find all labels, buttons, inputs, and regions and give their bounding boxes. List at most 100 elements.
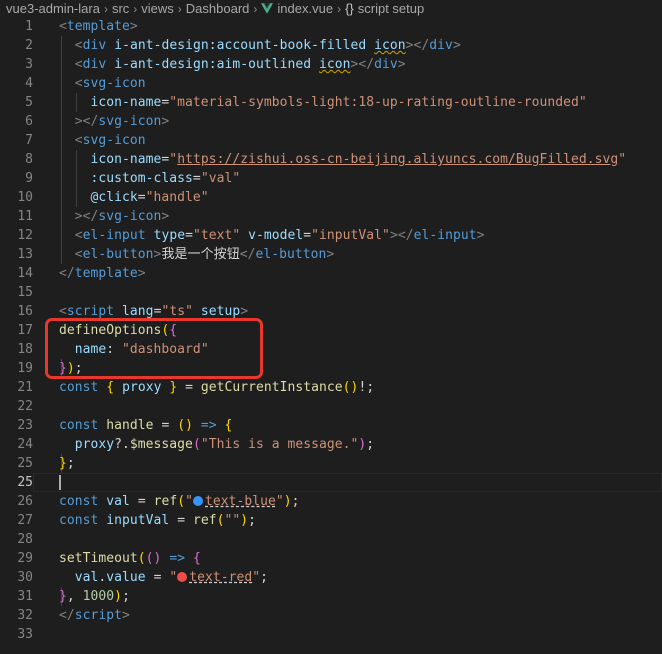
line-number: 28 <box>17 532 33 547</box>
line-number: 16 <box>17 304 33 319</box>
line-number: 19 <box>17 361 33 376</box>
line-content: </script> <box>59 608 130 623</box>
code-line: 29 setTimeout(() => { <box>0 549 662 568</box>
line-number: 14 <box>17 266 33 281</box>
vue-file-icon <box>261 3 274 14</box>
color-swatch-icon[interactable] <box>193 496 203 506</box>
line-number: 31 <box>17 589 33 604</box>
code-line: 1 <template> <box>0 17 662 36</box>
code-line: 15 <box>0 283 662 302</box>
line-content: <template> <box>59 19 138 34</box>
code-line: 3 <div i-ant-design:aim-outlined icon></… <box>0 55 662 74</box>
line-number: 27 <box>17 513 33 528</box>
code-line: 28 <box>0 530 662 549</box>
line-number: 6 <box>25 114 33 129</box>
line-number: 23 <box>17 418 33 433</box>
line-content: }; <box>59 456 75 471</box>
breadcrumb-project[interactable]: vue3-admin-lara <box>6 1 100 16</box>
line-number: 26 <box>17 494 33 509</box>
line-content: const inputVal = ref(""); <box>59 513 257 528</box>
breadcrumb-views[interactable]: views <box>141 1 174 16</box>
current-line-highlight <box>33 473 662 492</box>
line-content: val.value = " text-red"; <box>74 570 269 585</box>
line-number: 30 <box>17 570 33 585</box>
code-line: 32 </script> <box>0 606 662 625</box>
line-number: 1 <box>25 19 33 34</box>
code-line: 23 const handle = () => { <box>0 416 662 435</box>
line-content: const handle = () => { <box>59 418 233 433</box>
code-line: 30 val.value = " text-red"; <box>0 568 662 587</box>
braces-icon: {} <box>345 1 354 16</box>
code-line: 10 @click="handle" <box>0 188 662 207</box>
code-line: 22 <box>0 397 662 416</box>
line-number: 11 <box>17 209 33 224</box>
code-line: 4 <svg-icon <box>0 74 662 93</box>
chevron-right-icon: › <box>337 1 342 16</box>
color-swatch-icon[interactable] <box>177 572 188 582</box>
line-number: 13 <box>17 247 33 262</box>
code-line: 7 <svg-icon <box>0 131 662 150</box>
code-line: 9 :custom-class="val" <box>0 169 662 188</box>
line-content: <el-input type="text" v-model="inputVal"… <box>74 228 485 243</box>
code-line: 14 </template> <box>0 264 662 283</box>
code-editor[interactable]: 1 <template> 2 <div i-ant-design:account… <box>0 17 662 654</box>
line-content: icon-name="material-symbols-light:18-up-… <box>90 95 587 110</box>
line-content: <svg-icon <box>74 133 146 148</box>
breadcrumb-symbol[interactable]: script setup <box>358 1 424 16</box>
line-number: 15 <box>17 285 33 300</box>
line-number: 29 <box>17 551 33 566</box>
line-content: :custom-class="val" <box>90 171 241 186</box>
line-content: <el-button>我是一个按钮</el-button> <box>74 247 335 262</box>
chevron-right-icon: › <box>177 1 182 16</box>
annotation-highlight-box <box>45 318 263 379</box>
line-content: <div i-ant-design:aim-outlined icon></di… <box>74 57 406 72</box>
line-content: const val = ref(" text-blue"); <box>59 494 300 509</box>
line-number: 25 <box>17 475 33 490</box>
code-line: 24 proxy?.$message("This is a message.")… <box>0 435 662 454</box>
line-content: const { proxy } = getCurrentInstance()!; <box>59 380 375 395</box>
line-number: 2 <box>25 38 33 53</box>
code-line: 21 const { proxy } = getCurrentInstance(… <box>0 378 662 397</box>
chevron-right-icon: › <box>133 1 138 16</box>
url-link[interactable]: https://zishui.oss-cn-beijing.aliyuncs.c… <box>177 152 618 167</box>
line-content: }, 1000); <box>59 589 130 604</box>
text-cursor <box>59 475 61 490</box>
line-number: 22 <box>17 399 33 414</box>
breadcrumb-dashboard[interactable]: Dashboard <box>186 1 250 16</box>
code-line: 12 <el-input type="text" v-model="inputV… <box>0 226 662 245</box>
line-number: 33 <box>17 627 33 642</box>
breadcrumb-file[interactable]: index.vue <box>277 1 333 16</box>
line-number: 8 <box>25 152 33 167</box>
chevron-right-icon: › <box>103 1 108 16</box>
line-number: 4 <box>25 76 33 91</box>
line-number: 18 <box>17 342 33 357</box>
code-line: 6 ></svg-icon> <box>0 112 662 131</box>
line-content: setTimeout(() => { <box>59 551 201 566</box>
line-number: 17 <box>17 323 33 338</box>
code-line: 31 }, 1000); <box>0 587 662 606</box>
line-number: 12 <box>17 228 33 243</box>
line-number: 25 <box>17 456 33 471</box>
line-number: 10 <box>17 190 33 205</box>
code-line: 13 <el-button>我是一个按钮</el-button> <box>0 245 662 264</box>
line-number: 32 <box>17 608 33 623</box>
chevron-right-icon: › <box>253 1 258 16</box>
breadcrumb: vue3-admin-lara › src › views › Dashboar… <box>0 0 662 17</box>
line-content: <div i-ant-design:account-book-filled ic… <box>74 38 461 53</box>
code-line: 2 <div i-ant-design:account-book-filled … <box>0 36 662 55</box>
line-number: 7 <box>25 133 33 148</box>
line-number: 9 <box>25 171 33 186</box>
line-content: ></svg-icon> <box>74 114 170 129</box>
code-line: 11 ></svg-icon> <box>0 207 662 226</box>
code-line-active: 25 <box>0 473 662 492</box>
line-content: ></svg-icon> <box>74 209 170 224</box>
line-content: </template> <box>59 266 146 281</box>
line-number: 5 <box>25 95 33 110</box>
line-content: <svg-icon <box>74 76 146 91</box>
line-number: 24 <box>17 437 33 452</box>
line-number: 21 <box>17 380 33 395</box>
line-content: icon-name="https://zishui.oss-cn-beijing… <box>90 152 627 167</box>
line-number: 3 <box>25 57 33 72</box>
breadcrumb-src[interactable]: src <box>112 1 129 16</box>
code-line: 5 icon-name="material-symbols-light:18-u… <box>0 93 662 112</box>
